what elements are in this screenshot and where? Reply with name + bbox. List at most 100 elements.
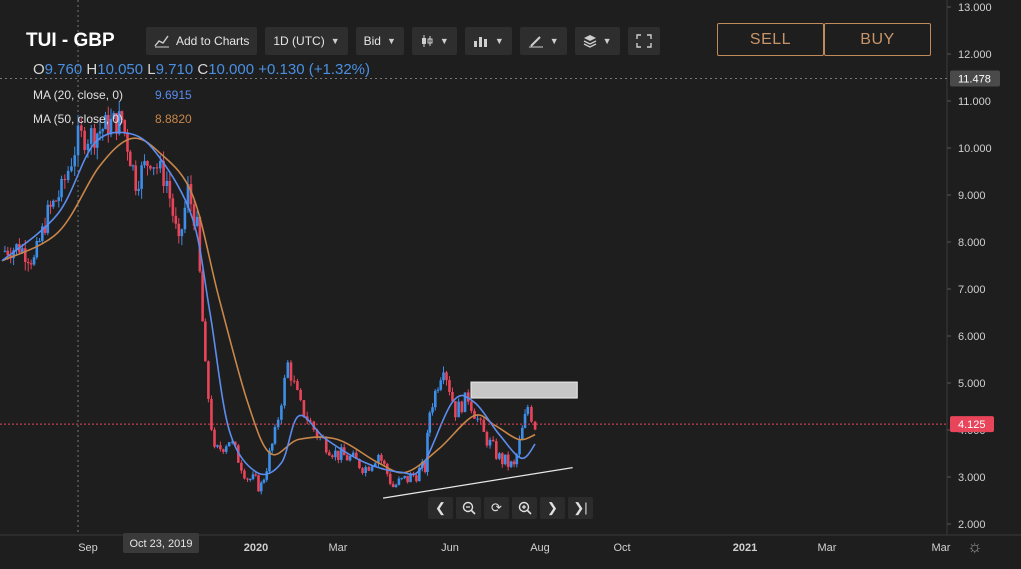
x-tick-label: Oct — [613, 542, 630, 554]
candle-body — [533, 421, 537, 430]
interval-select[interactable]: 1D (UTC) ▼ — [265, 27, 348, 55]
candle-body — [158, 160, 162, 169]
candle-body — [498, 453, 501, 459]
reset-button[interactable]: ⟳ — [484, 497, 509, 519]
candle-body — [488, 439, 492, 446]
candle-body — [512, 461, 516, 465]
candle-body — [431, 407, 434, 413]
candle-body — [331, 455, 334, 458]
candle-body — [334, 450, 337, 458]
candle-body — [302, 400, 306, 417]
candle-body — [494, 441, 498, 459]
candle-body — [397, 478, 401, 485]
candle-body — [224, 446, 228, 452]
candle-body — [204, 321, 207, 362]
candle-body — [292, 380, 296, 382]
candle-body — [470, 401, 473, 411]
candle-body — [183, 207, 187, 230]
candle-body — [219, 445, 222, 450]
candle-body — [479, 418, 483, 420]
ma50-label: MA (50, close, 0) — [33, 112, 124, 126]
candle-body — [240, 462, 243, 471]
candle-body — [367, 467, 371, 471]
gear-icon[interactable]: ☼ — [967, 537, 983, 557]
candle-body — [520, 427, 524, 440]
candle-body — [400, 477, 404, 479]
y-tick-label: 8.000 — [958, 237, 986, 249]
candle-body — [526, 407, 530, 414]
crosshair-date-label: Oct 23, 2019 — [130, 538, 193, 550]
candle-body — [415, 475, 418, 482]
chevron-down-icon: ▼ — [439, 36, 449, 46]
candle-body — [174, 215, 178, 224]
candle-body — [328, 452, 331, 456]
candle-body — [259, 482, 263, 492]
candle-body — [406, 475, 409, 483]
candle-body — [222, 449, 225, 452]
candle-body — [273, 427, 277, 444]
candle-body — [152, 167, 155, 169]
candle-body — [165, 180, 169, 186]
candle-body — [518, 439, 521, 455]
price-chart[interactable]: 13.000 12.000 11.000 10.000 9.000 8.000 7.000 6… — [0, 0, 1021, 569]
candle-body — [283, 377, 286, 406]
candle-body — [345, 455, 349, 461]
candle-body — [210, 398, 213, 430]
drawing-tools-select[interactable]: ▼ — [519, 27, 567, 55]
scroll-left-button[interactable]: ❮ — [428, 497, 453, 519]
candle-body — [123, 119, 127, 133]
candle-body — [445, 372, 448, 381]
candle-body — [428, 412, 432, 433]
zoom-in-button[interactable] — [512, 497, 537, 519]
indicators-select[interactable]: ▼ — [464, 27, 512, 55]
zoom-out-button[interactable] — [456, 497, 481, 519]
price-type-label: Bid — [363, 34, 381, 48]
x-tick-label: Mar — [818, 542, 837, 554]
sell-button[interactable]: SELL — [717, 23, 824, 56]
close-label: C — [197, 61, 209, 78]
x-tick-label: 2020 — [244, 542, 268, 554]
y-tick-label: 5.000 — [958, 378, 986, 390]
candle-body — [38, 240, 41, 242]
fullscreen-button[interactable] — [627, 27, 660, 55]
candle-body — [207, 361, 210, 399]
candle-body — [171, 198, 175, 216]
layers-icon — [583, 35, 596, 48]
candle-body — [227, 442, 231, 447]
price-type-select[interactable]: Bid ▼ — [355, 27, 404, 55]
candle-body — [506, 454, 510, 467]
ma50-legend[interactable]: MA (50, close, 0) 8.8820 — [33, 112, 192, 126]
ma20-line — [1, 131, 536, 476]
candle-body — [54, 200, 58, 202]
last-price-label: 4.125 — [958, 419, 986, 431]
candle-body — [265, 471, 269, 480]
candle-body — [448, 380, 451, 392]
candle-body — [137, 188, 140, 191]
y-tick-label: 6.000 — [958, 331, 986, 343]
candle-body — [246, 478, 249, 480]
candle-body — [296, 381, 299, 390]
candle-body — [503, 454, 507, 465]
scroll-right-button[interactable]: ❯ — [540, 497, 565, 519]
high-value: 10.050 — [97, 61, 144, 78]
go-to-end-icon: ❯| — [573, 500, 588, 515]
candle-body — [155, 167, 159, 169]
low-value: 9.710 — [155, 61, 194, 78]
ma20-label: MA (20, close, 0) — [33, 88, 124, 102]
chart-type-select[interactable]: ▼ — [411, 27, 457, 55]
candle-body — [216, 445, 219, 447]
add-to-charts-button[interactable]: Add to Charts — [146, 27, 258, 55]
buy-button[interactable]: BUY — [824, 23, 931, 56]
candle-body — [299, 389, 302, 401]
candle-body — [49, 204, 52, 207]
candle-body — [128, 151, 132, 167]
y-tick-label: 10.000 — [958, 143, 992, 155]
ma20-legend[interactable]: MA (20, close, 0) 9.6915 — [33, 88, 192, 102]
x-tick-label: Mar — [329, 542, 348, 554]
open-value: 9.760 — [44, 61, 83, 78]
layers-select[interactable]: ▼ — [574, 27, 620, 55]
y-tick-label: 11.000 — [958, 96, 991, 108]
go-to-end-button[interactable]: ❯| — [568, 497, 593, 519]
open-label: O — [33, 61, 45, 78]
candle-body — [46, 204, 50, 233]
